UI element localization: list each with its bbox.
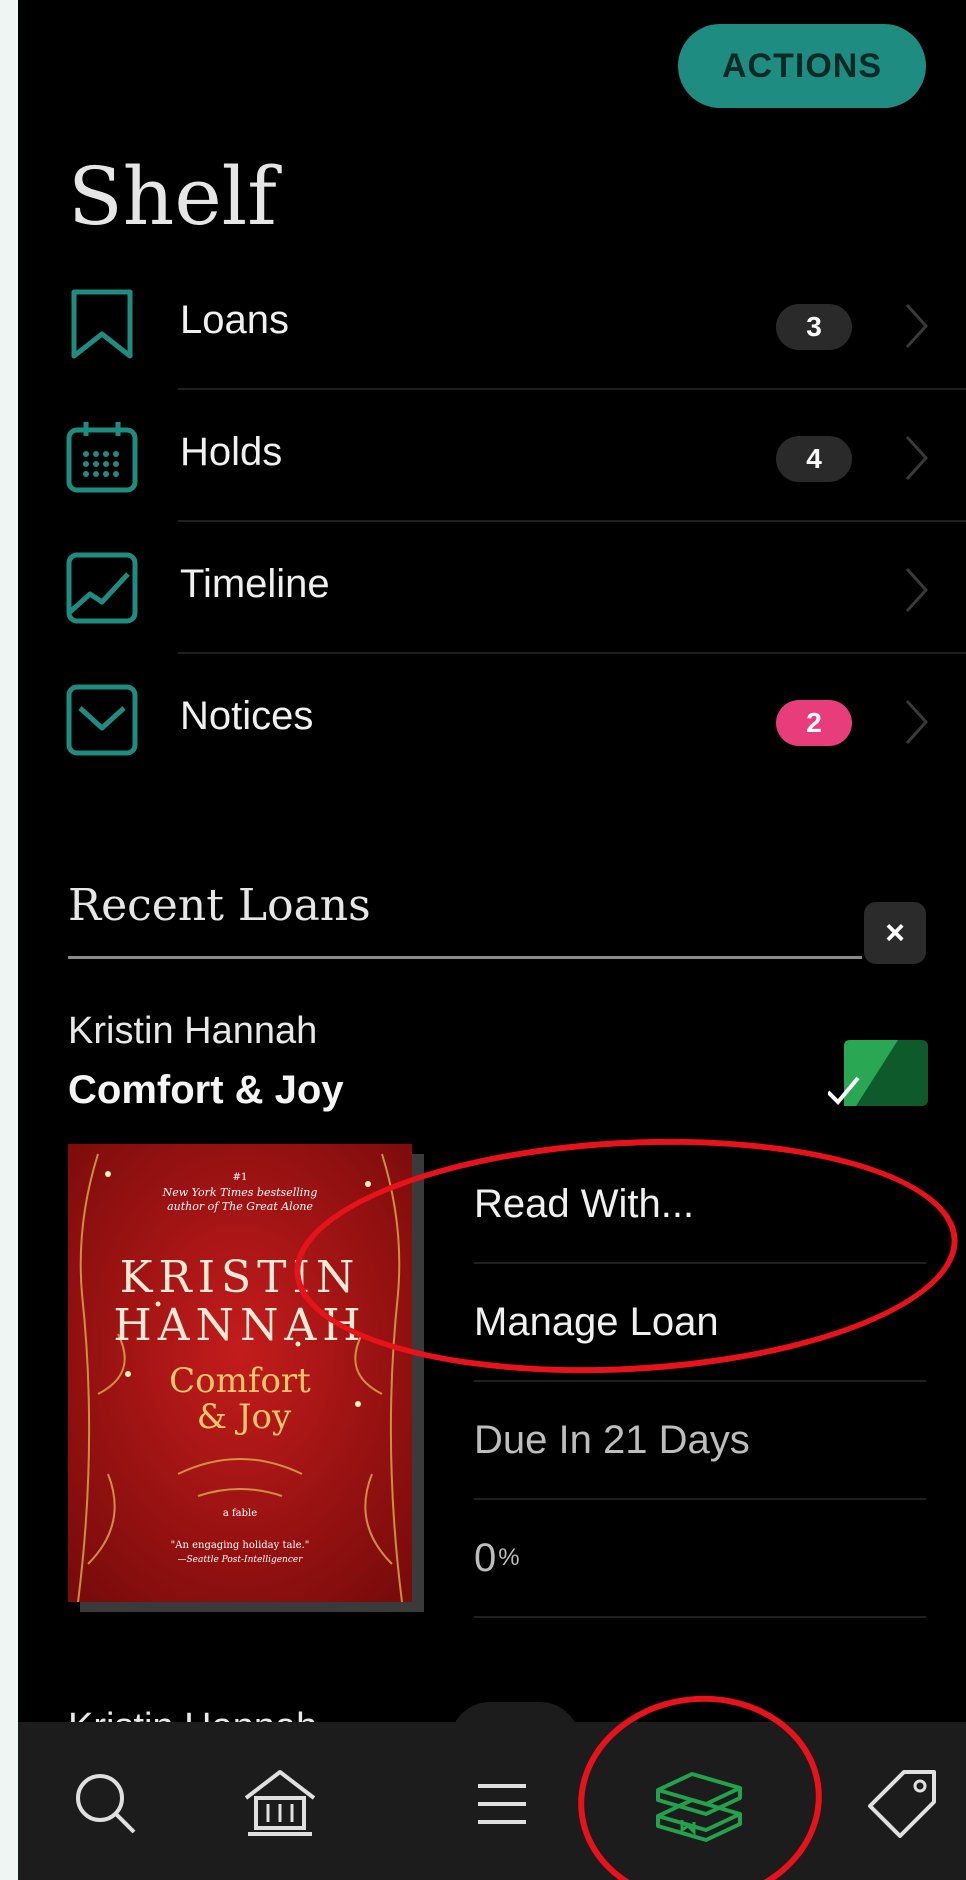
books-stack-icon[interactable] bbox=[648, 1764, 748, 1844]
app-screen: ACTIONS Shelf Loans 3 Holds 4 Timeline N… bbox=[18, 0, 966, 1880]
cover-quote-source: —Seattle Post-Intelligencer bbox=[177, 1555, 303, 1565]
section-underline bbox=[68, 956, 862, 959]
tag-icon[interactable] bbox=[864, 1764, 944, 1844]
loan-actions: Read With... Manage Loan Due In 21 Days … bbox=[474, 1146, 926, 1618]
mail-icon bbox=[66, 684, 138, 756]
tab-bar bbox=[18, 1702, 966, 1880]
section-title: Recent Loans bbox=[68, 880, 371, 931]
page-title: Shelf bbox=[68, 150, 277, 243]
reading-progress: 0% bbox=[474, 1498, 926, 1616]
chevron-right-icon bbox=[905, 303, 929, 349]
count-badge: 3 bbox=[776, 304, 852, 350]
chevron-right-icon bbox=[905, 567, 929, 613]
shelf-item-loans[interactable]: Loans 3 bbox=[18, 258, 966, 390]
read-status-icon bbox=[828, 1040, 928, 1106]
cover-author: HANNAH bbox=[113, 1300, 366, 1351]
chevron-right-icon bbox=[905, 699, 929, 745]
shelf-item-timeline[interactable]: Timeline bbox=[18, 522, 966, 654]
due-date-label: Due In 21 Days bbox=[474, 1380, 926, 1498]
book-cover[interactable]: #1 New York Times bestselling author of … bbox=[68, 1144, 412, 1602]
count-badge: 2 bbox=[776, 700, 852, 746]
menu-icon[interactable] bbox=[462, 1764, 542, 1844]
shelf-item-notices[interactable]: Notices 2 bbox=[18, 654, 966, 786]
cover-title: & Joy bbox=[197, 1397, 292, 1437]
divider bbox=[474, 1616, 926, 1618]
shelf-item-label: Timeline bbox=[180, 562, 330, 606]
progress-value: 0 bbox=[474, 1535, 497, 1580]
tab-bar-hump bbox=[450, 1702, 580, 1742]
cover-quote: "An engaging holiday tale." bbox=[171, 1540, 310, 1551]
book-author: Kristin Hannah bbox=[68, 1010, 318, 1052]
search-icon[interactable] bbox=[66, 1764, 146, 1844]
cover-top-line: #1 bbox=[233, 1172, 248, 1183]
shelf-item-label: Loans bbox=[180, 298, 289, 342]
book-title[interactable]: Comfort & Joy bbox=[68, 1068, 344, 1113]
manage-loan-button[interactable]: Manage Loan bbox=[474, 1262, 926, 1380]
close-button[interactable]: × bbox=[864, 902, 926, 964]
actions-button[interactable]: ACTIONS bbox=[678, 24, 926, 108]
cover-blurb: New York Times bestselling bbox=[162, 1186, 318, 1199]
cover-author: KRISTIN bbox=[120, 1252, 361, 1303]
shelf-item-label: Holds bbox=[180, 430, 283, 474]
calendar-icon bbox=[66, 422, 138, 493]
chart-icon bbox=[66, 552, 138, 624]
bookmark-icon bbox=[71, 289, 133, 359]
shelf-item-label: Notices bbox=[180, 694, 314, 738]
cover-title: Comfort bbox=[169, 1361, 311, 1401]
progress-unit: % bbox=[498, 1544, 520, 1571]
chevron-right-icon bbox=[905, 435, 929, 481]
cover-blurb: author of The Great Alone bbox=[167, 1200, 313, 1213]
read-with-button[interactable]: Read With... bbox=[474, 1146, 926, 1262]
count-badge: 4 bbox=[776, 436, 852, 482]
cover-subtitle: a fable bbox=[223, 1508, 257, 1519]
shelf-item-holds[interactable]: Holds 4 bbox=[18, 390, 966, 522]
library-icon[interactable] bbox=[240, 1764, 320, 1844]
